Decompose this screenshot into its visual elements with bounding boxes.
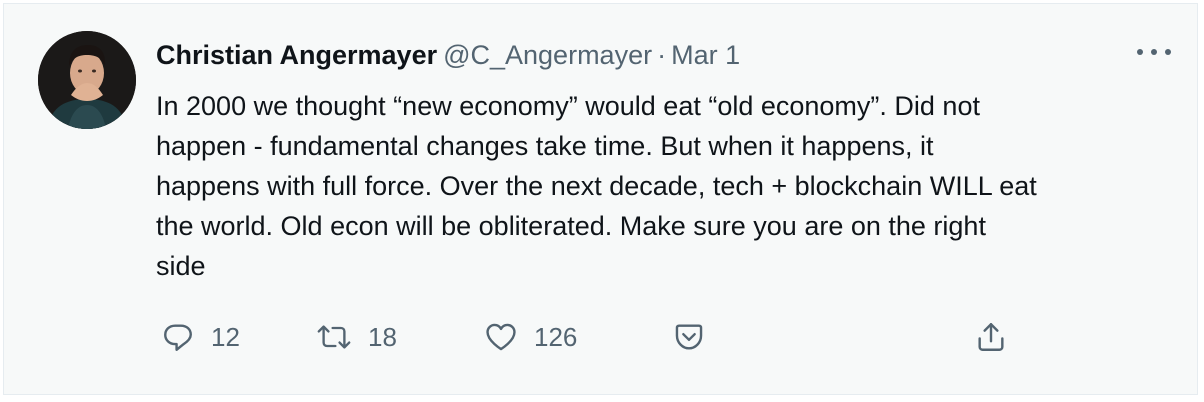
more-icon[interactable]: [1137, 42, 1171, 62]
share-button[interactable]: [974, 317, 1008, 357]
tweet-card: Christian Angermayer @C_Angermayer · Mar 1 …: [3, 3, 1198, 395]
retweet-icon: [316, 320, 352, 354]
more-dot: [1165, 49, 1171, 55]
save-button[interactable]: [672, 317, 706, 357]
reply-count: 12: [211, 321, 240, 352]
heart-icon: [484, 320, 518, 354]
reply-button[interactable]: 12: [161, 317, 240, 357]
author-name[interactable]: Christian Angermayer: [156, 40, 437, 70]
retweet-count: 18: [368, 321, 397, 352]
share-icon: [974, 320, 1008, 354]
action-bar: 12 18 126: [156, 317, 1036, 357]
retweet-button[interactable]: 18: [316, 317, 397, 357]
author-handle[interactable]: @C_Angermayer: [443, 40, 652, 70]
more-dot: [1137, 49, 1143, 55]
like-count: 126: [534, 321, 578, 352]
more-dot: [1151, 49, 1157, 55]
separator-dot: ·: [657, 40, 667, 70]
like-button[interactable]: 126: [484, 317, 577, 357]
avatar-image: [38, 31, 136, 129]
tweet-date[interactable]: Mar 1: [671, 40, 740, 70]
reply-icon: [161, 320, 195, 354]
bookmark-icon: [672, 320, 706, 354]
tweet-header: Christian Angermayer @C_Angermayer · Mar 1: [156, 35, 740, 75]
avatar[interactable]: [38, 31, 136, 129]
tweet-text: In 2000 we thought “new economy” would e…: [156, 91, 1037, 281]
